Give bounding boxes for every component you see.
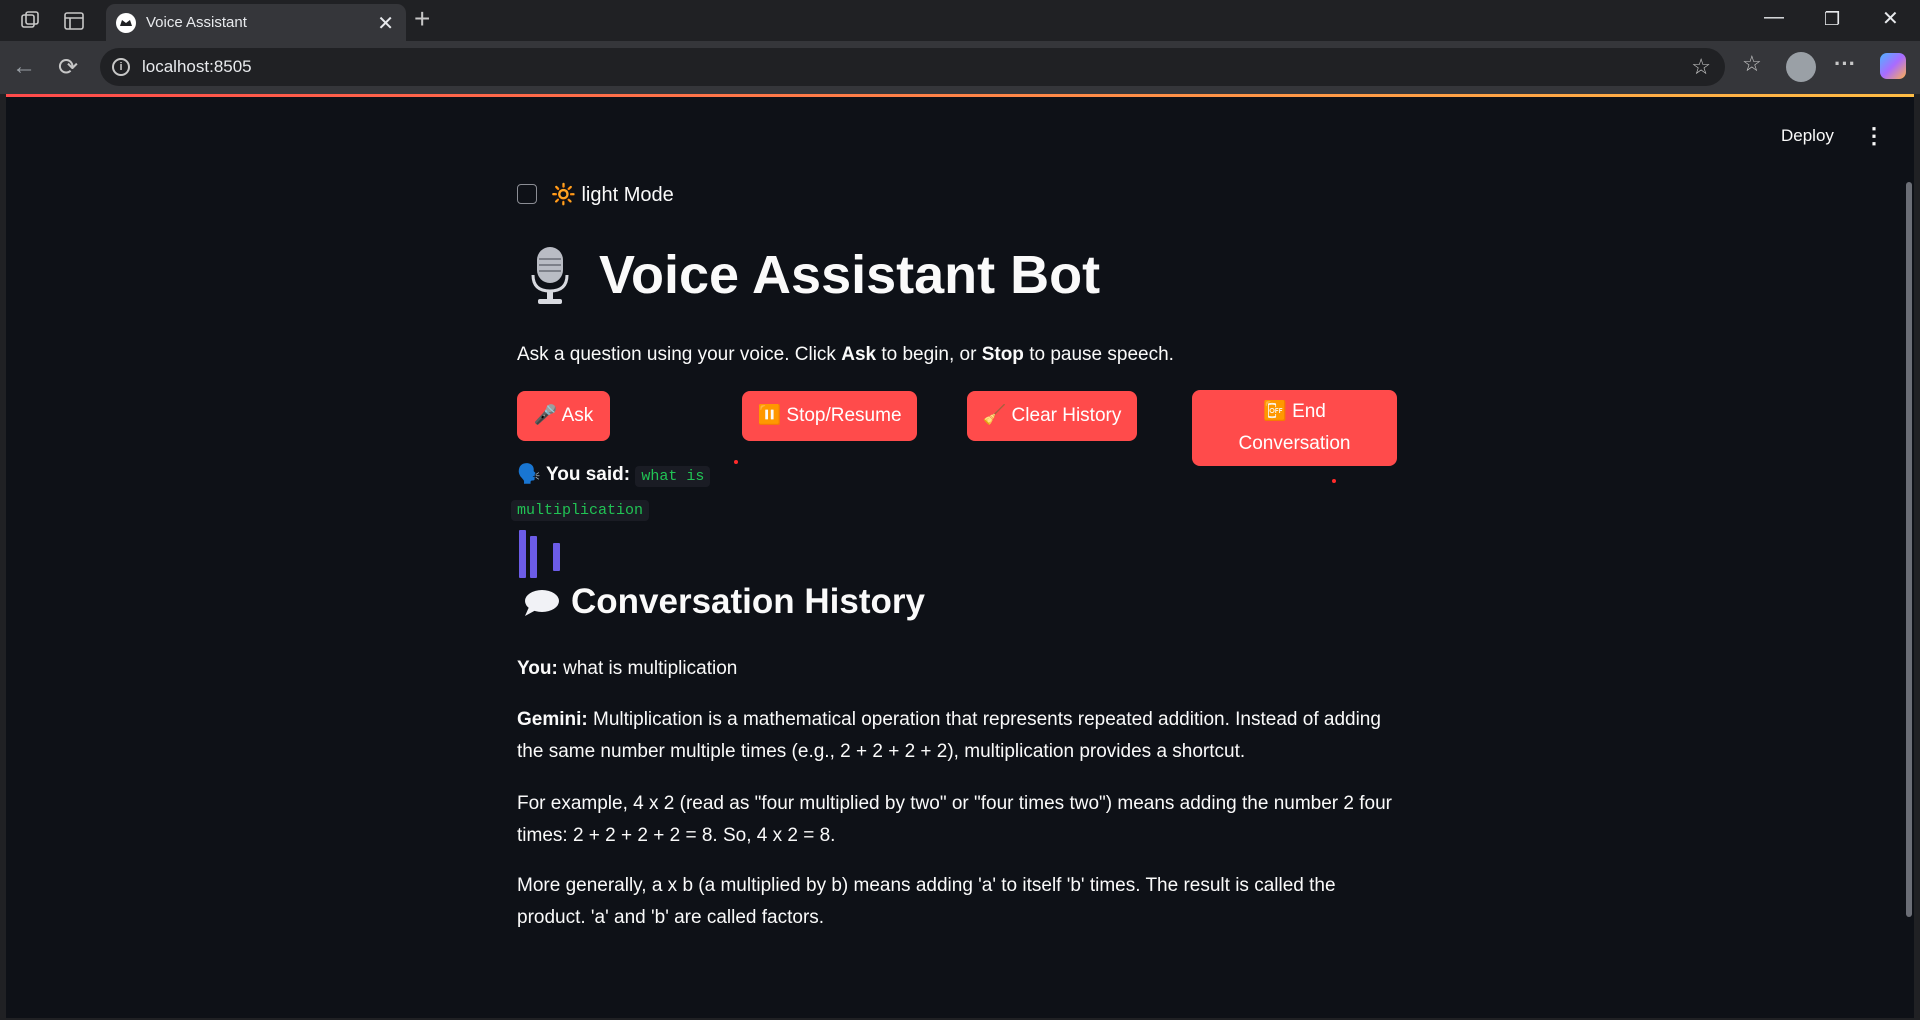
intro-mid: to begin, or [876,344,982,365]
light-mode-label: 🔆 light Mode [551,183,674,206]
history-gemini-paragraph-2: For example, 4 x 2 (read as "four multip… [517,793,1392,846]
vertical-tabs-icon[interactable] [62,9,86,33]
more-menu-icon[interactable]: ··· [1834,51,1856,77]
history-gemini-message: Gemini: Multiplication is a mathematical… [517,704,1397,768]
history-you-text: what is multiplication [557,658,738,679]
you-said-value-line1: what is [635,466,711,487]
clear-history-button[interactable]: 🧹 Clear History [967,391,1137,441]
minimize-icon[interactable]: — [1764,6,1784,29]
site-info-icon[interactable]: i [112,58,130,76]
light-mode-checkbox[interactable] [517,184,537,204]
speaking-head-icon: 🗣️ [517,464,541,485]
browser-titlebar: Voice Assistant ✕ + — ❐ ✕ [0,0,1920,41]
history-heading-text: Conversation History [571,582,925,621]
end-icon: 📴 [1263,401,1287,422]
restore-icon[interactable]: ❐ [1824,9,1840,30]
history-gemini-label: Gemini: [517,709,588,730]
you-said-block: 🗣️ You said: what is multiplication [511,459,767,527]
bookmark-star-icon[interactable]: ☆ [1691,54,1711,80]
browser-tab-active[interactable]: Voice Assistant ✕ [106,4,406,41]
address-bar[interactable]: i localhost:8505 ☆ [100,48,1725,86]
intro-text: Ask a question using your voice. Click A… [517,344,1174,366]
tab-title: Voice Assistant [146,14,247,31]
intro-post: to pause speech. [1023,344,1174,365]
history-gemini-paragraph-3: More generally, a x b (a multiplied by b… [517,875,1336,928]
intro-pre: Ask a question using your voice. Click [517,344,842,365]
url-text[interactable]: localhost:8505 [142,57,252,77]
intro-ask: Ask [841,344,877,365]
status-dot [1332,479,1336,483]
history-heading: Conversation History [521,582,925,622]
ask-button[interactable]: 🎤 Ask [517,391,610,441]
back-icon[interactable]: ← [12,53,36,81]
speech-bubble-icon [521,587,561,617]
browser-toolbar: ← ⟳ i localhost:8505 ☆ ☆ ··· [0,41,1920,94]
history-you-label: You: [517,658,558,679]
reload-icon[interactable]: ⟳ [58,53,78,82]
header-decoration [6,94,1914,97]
new-tab-icon[interactable]: + [414,3,430,35]
tab-close-icon[interactable]: ✕ [377,11,394,36]
light-mode-toggle[interactable]: 🔆 light Mode [517,179,674,209]
page-title-text: Voice Assistant Bot [599,245,1101,305]
stop-resume-button[interactable]: ⏸️ Stop/Resume [742,391,917,441]
history-gemini-text: Multiplication is a mathematical operati… [517,709,1381,762]
deploy-button[interactable]: Deploy [1781,126,1834,146]
page-scrollbar[interactable] [1906,182,1912,917]
you-said-label: You said: [545,464,631,485]
streamlit-favicon-icon [116,13,136,33]
main-menu-icon[interactable]: ⋮ [1862,124,1886,148]
favorites-icon[interactable]: ☆ [1742,51,1762,77]
page-title: Voice Assistant Bot [525,244,1100,306]
app-page: Deploy ⋮ 🔆 light Mode Voice Assistant Bo… [6,94,1914,1018]
copilot-icon[interactable] [1880,53,1906,79]
history-you-message: You: what is multiplication [517,653,1397,685]
workspaces-icon[interactable] [18,9,42,33]
profile-avatar[interactable] [1786,52,1816,82]
end-label-line1: End [1292,401,1326,422]
end-conversation-button[interactable]: 📴 End Conversation [1192,390,1397,466]
end-label-line2: Conversation [1238,433,1351,454]
intro-stop: Stop [981,344,1024,365]
window-close-icon[interactable]: ✕ [1882,6,1899,31]
microphone-icon [525,245,575,305]
you-said-value-line2: multiplication [511,500,650,521]
audio-bars-icon [519,530,561,578]
